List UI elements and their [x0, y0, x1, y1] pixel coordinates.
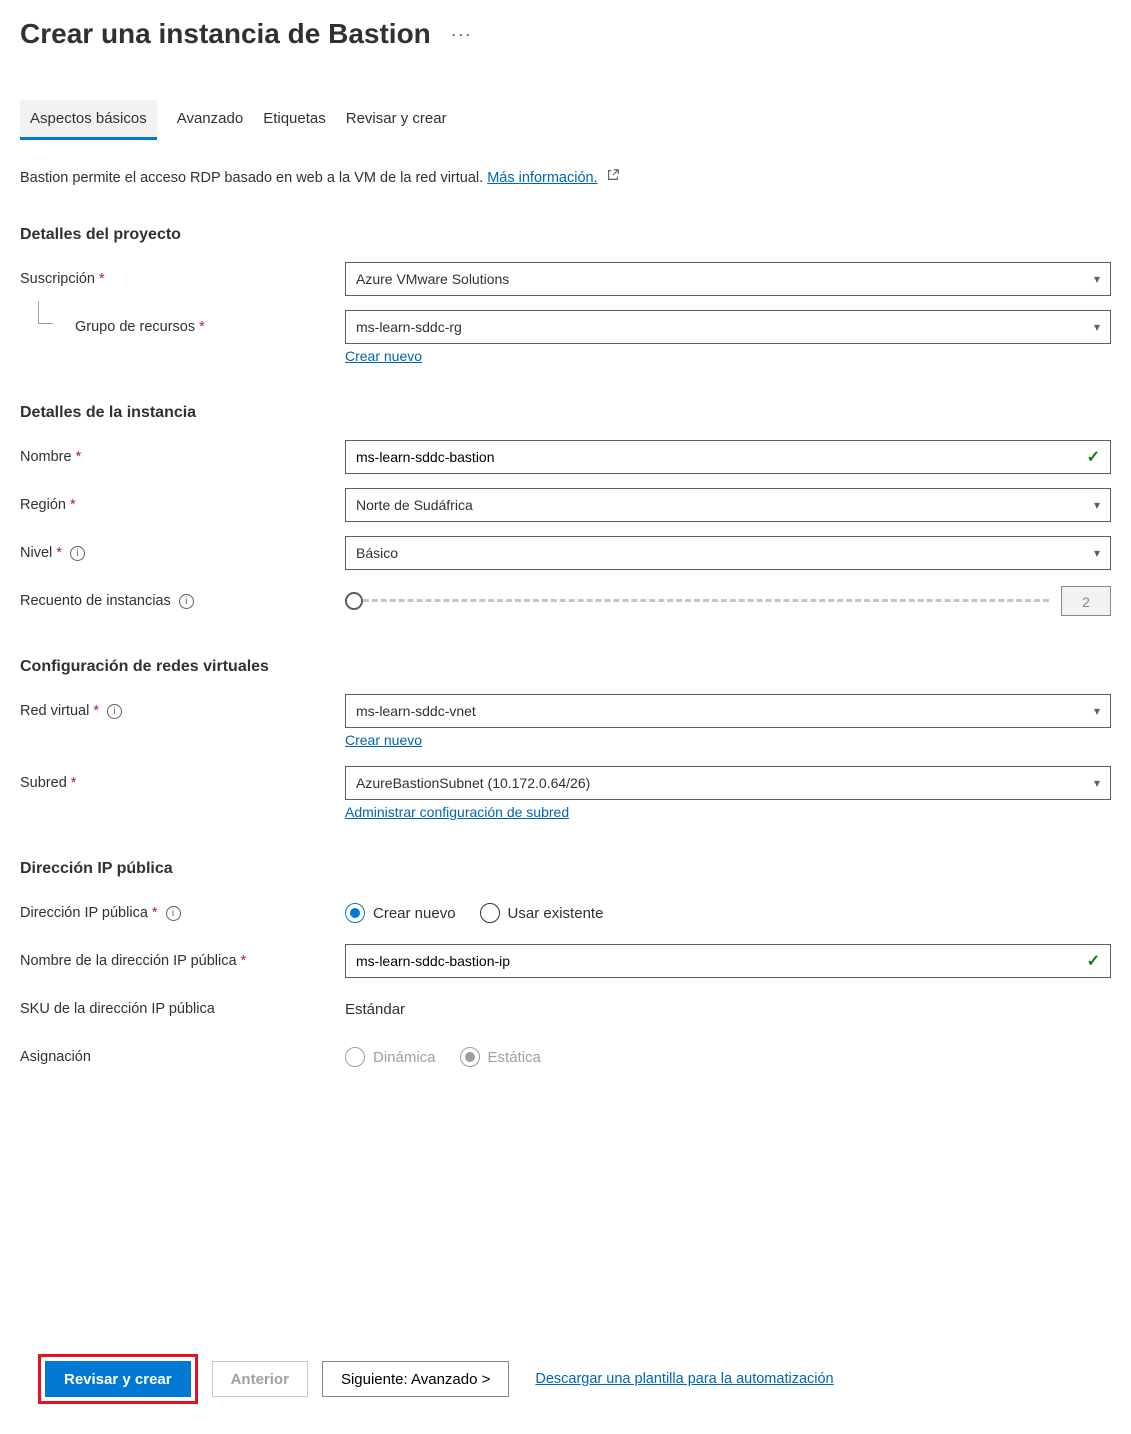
- check-icon: ✓: [1087, 951, 1100, 971]
- create-rg-link[interactable]: Crear nuevo: [345, 348, 1111, 364]
- intro-text-content: Bastion permite el acceso RDP basado en …: [20, 170, 487, 186]
- slider-thumb: [345, 592, 363, 610]
- chevron-down-icon: ▾: [1094, 776, 1100, 790]
- chevron-down-icon: ▾: [1094, 320, 1100, 334]
- vnet-value: ms-learn-sddc-vnet: [356, 703, 476, 719]
- subnet-label: Subred*: [20, 775, 345, 791]
- chevron-down-icon: ▾: [1094, 498, 1100, 512]
- radio-create-new-label: Crear nuevo: [373, 905, 456, 922]
- tier-select[interactable]: Básico ▾: [345, 536, 1111, 570]
- assignment-label: Asignación: [20, 1049, 345, 1065]
- subscription-label: Suscripción*: [20, 271, 345, 287]
- highlight-box: Revisar y crear: [38, 1354, 198, 1404]
- info-icon[interactable]: i: [179, 594, 194, 609]
- region-select[interactable]: Norte de Sudáfrica ▾: [345, 488, 1111, 522]
- radio-circle-icon: [345, 1047, 365, 1067]
- ip-sku-value: Estándar: [345, 1001, 1111, 1018]
- tab-advanced[interactable]: Avanzado: [177, 100, 243, 140]
- subscription-select[interactable]: Azure VMware Solutions ▾: [345, 262, 1111, 296]
- download-template-link[interactable]: Descargar una plantilla para la automati…: [535, 1371, 833, 1387]
- section-vnet-config: Configuración de redes virtuales: [20, 658, 1111, 676]
- next-button[interactable]: Siguiente: Avanzado >: [322, 1361, 509, 1397]
- review-create-button[interactable]: Revisar y crear: [45, 1361, 191, 1397]
- chevron-down-icon: ▾: [1094, 546, 1100, 560]
- check-icon: ✓: [1087, 447, 1100, 467]
- instance-count-value: 2: [1061, 586, 1111, 616]
- learn-more-link[interactable]: Más información.: [487, 170, 597, 186]
- info-icon[interactable]: i: [107, 704, 122, 719]
- radio-dynamic: Dinámica: [345, 1047, 436, 1067]
- ip-name-input-field[interactable]: [356, 953, 1087, 969]
- radio-circle-icon: [460, 1047, 480, 1067]
- ip-sku-label: SKU de la dirección IP pública: [20, 1001, 345, 1017]
- subnet-select[interactable]: AzureBastionSubnet (10.172.0.64/26) ▾: [345, 766, 1111, 800]
- radio-circle-icon: [480, 903, 500, 923]
- radio-create-new[interactable]: Crear nuevo: [345, 903, 456, 923]
- previous-button: Anterior: [212, 1361, 308, 1397]
- tab-basics[interactable]: Aspectos básicos: [20, 100, 157, 140]
- resource-group-value: ms-learn-sddc-rg: [356, 319, 462, 335]
- instance-count-label: Recuento de instancias i: [20, 593, 345, 609]
- radio-dynamic-label: Dinámica: [373, 1049, 436, 1066]
- chevron-down-icon: ▾: [1094, 272, 1100, 286]
- more-icon[interactable]: ···: [451, 24, 472, 45]
- external-link-icon: [606, 168, 620, 186]
- ip-name-input[interactable]: ✓: [345, 944, 1111, 978]
- radio-use-existing-label: Usar existente: [508, 905, 604, 922]
- tabs: Aspectos básicos Avanzado Etiquetas Revi…: [20, 100, 1111, 140]
- info-icon[interactable]: i: [166, 906, 181, 921]
- page-title: Crear una instancia de Bastion: [20, 18, 431, 50]
- radio-static: Estática: [460, 1047, 541, 1067]
- section-project-details: Detalles del proyecto: [20, 226, 1111, 244]
- section-instance-details: Detalles de la instancia: [20, 404, 1111, 422]
- name-input[interactable]: ✓: [345, 440, 1111, 474]
- section-public-ip: Dirección IP pública: [20, 860, 1111, 878]
- intro-text: Bastion permite el acceso RDP basado en …: [20, 168, 1111, 186]
- subnet-value: AzureBastionSubnet (10.172.0.64/26): [356, 775, 590, 791]
- name-input-field[interactable]: [356, 449, 1087, 465]
- instance-count-slider: [345, 599, 1049, 603]
- chevron-down-icon: ▾: [1094, 704, 1100, 718]
- tab-review[interactable]: Revisar y crear: [346, 100, 447, 140]
- resource-group-select[interactable]: ms-learn-sddc-rg ▾: [345, 310, 1111, 344]
- name-label: Nombre*: [20, 449, 345, 465]
- region-label: Región*: [20, 497, 345, 513]
- vnet-label: Red virtual* i: [20, 703, 345, 719]
- tier-value: Básico: [356, 545, 398, 561]
- footer: Revisar y crear Anterior Siguiente: Avan…: [20, 1342, 1111, 1416]
- info-icon[interactable]: i: [70, 546, 85, 561]
- region-value: Norte de Sudáfrica: [356, 497, 473, 513]
- radio-use-existing[interactable]: Usar existente: [480, 903, 604, 923]
- public-ip-label: Dirección IP pública* i: [20, 905, 345, 921]
- create-vnet-link[interactable]: Crear nuevo: [345, 732, 1111, 748]
- ip-name-label: Nombre de la dirección IP pública*: [20, 953, 345, 969]
- subscription-value: Azure VMware Solutions: [356, 271, 509, 287]
- vnet-select[interactable]: ms-learn-sddc-vnet ▾: [345, 694, 1111, 728]
- tab-tags[interactable]: Etiquetas: [263, 100, 326, 140]
- manage-subnet-link[interactable]: Administrar configuración de subred: [345, 804, 1111, 820]
- radio-circle-icon: [345, 903, 365, 923]
- tier-label: Nivel* i: [20, 545, 345, 561]
- resource-group-label: Grupo de recursos*: [20, 319, 345, 335]
- radio-static-label: Estática: [488, 1049, 541, 1066]
